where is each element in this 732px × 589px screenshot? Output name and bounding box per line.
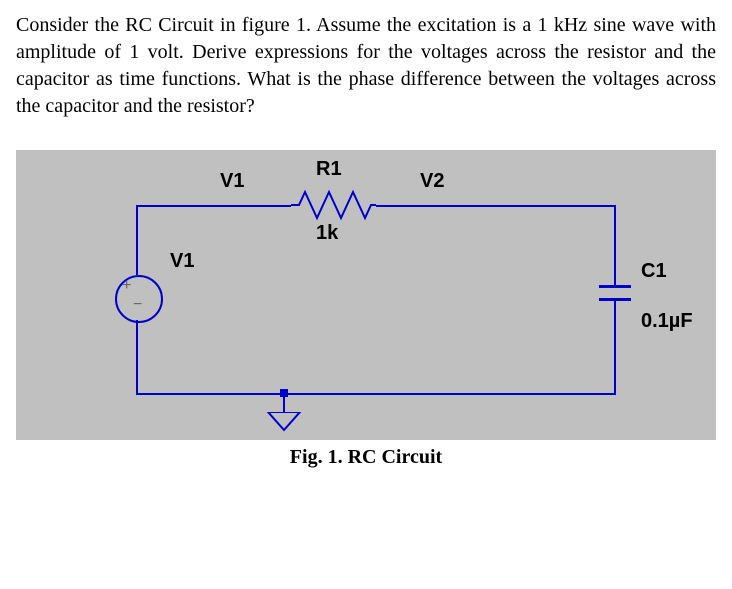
wire-top-left — [136, 205, 291, 207]
wire-left-upper — [136, 205, 138, 275]
capacitor-label: C1 — [641, 260, 667, 283]
circuit-figure: + − V1 R1 1k V1 V2 C1 0.1µF — [16, 150, 716, 440]
ground-lead — [283, 397, 285, 413]
resistor-value: 1k — [316, 222, 338, 245]
capacitor-plate-top — [599, 285, 631, 288]
wire-right-lower — [614, 310, 616, 394]
resistor-label: R1 — [316, 158, 342, 181]
resistor-icon — [291, 188, 376, 222]
source-minus-icon: − — [133, 296, 142, 314]
source-label: V1 — [170, 250, 194, 273]
problem-statement: Consider the RC Circuit in figure 1. Ass… — [16, 12, 716, 120]
node-v1-label: V1 — [220, 170, 244, 193]
cap-lead-bottom — [614, 301, 616, 310]
wire-top-right — [376, 205, 616, 207]
figure-caption: Fig. 1. RC Circuit — [16, 446, 716, 469]
wire-right-upper — [614, 205, 616, 285]
capacitor-value: 0.1µF — [641, 310, 693, 333]
wire-bottom — [136, 393, 616, 395]
wire-left-lower — [136, 320, 138, 395]
node-v2-label: V2 — [420, 170, 444, 193]
ground-icon — [266, 412, 302, 434]
source-plus-icon: + — [122, 277, 131, 295]
ground-node — [280, 389, 288, 397]
